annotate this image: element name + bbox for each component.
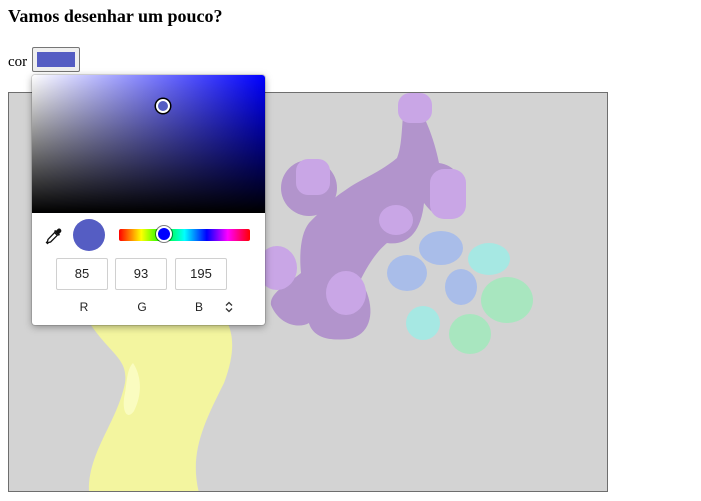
red-label: R [79, 300, 89, 314]
violet-left-blob [296, 159, 330, 195]
blue-blob-2 [387, 255, 427, 291]
blue-input[interactable]: 195 [175, 258, 227, 290]
blue-blob-1 [419, 231, 463, 265]
yellow-stroke [81, 308, 233, 491]
format-toggle-icon[interactable] [222, 299, 236, 315]
cyan-blob-2 [406, 306, 440, 340]
eyedropper-icon[interactable] [45, 227, 63, 245]
page-title: Vamos desenhar um pouco? [8, 6, 223, 26]
violet-lower-blob [326, 271, 366, 315]
green-blob-1 [481, 277, 533, 323]
hue-thumb[interactable] [156, 226, 172, 242]
color-swatch [37, 52, 75, 67]
red-input[interactable]: 85 [56, 258, 108, 290]
color-picker-popup: 85 93 195 R G B [32, 75, 265, 325]
blue-label: B [194, 300, 203, 314]
violet-middle-blob [379, 205, 413, 235]
cyan-blob-1 [468, 243, 510, 275]
violet-top-blob [398, 93, 432, 123]
green-label: G [137, 300, 147, 314]
hue-slider[interactable] [119, 229, 250, 241]
blue-blob-3 [445, 269, 477, 305]
green-blob-2 [449, 314, 491, 354]
saturation-area[interactable] [32, 75, 265, 213]
saturation-thumb[interactable] [156, 99, 170, 113]
violet-right-blob [430, 169, 466, 219]
color-label: cor [8, 54, 28, 70]
green-input[interactable]: 93 [115, 258, 167, 290]
color-preview [73, 219, 105, 251]
color-input-button[interactable] [32, 47, 80, 72]
